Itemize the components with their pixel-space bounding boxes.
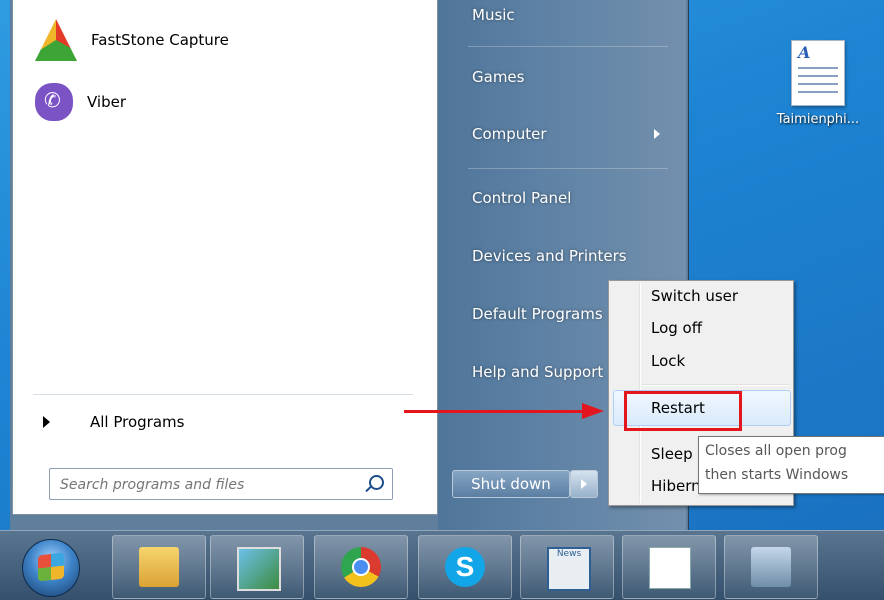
menu-control-panel[interactable]: Control Panel [472,189,571,207]
skype-icon: S [445,547,485,587]
faststone-capture-icon [35,19,77,61]
shut-down-options-button[interactable] [570,470,598,498]
start-menu: FastStone Capture Viber All Programs Mus… [10,0,689,530]
taskbar-document[interactable] [622,535,716,599]
windows-logo-icon [38,552,64,582]
program-label: FastStone Capture [91,31,229,49]
taskbar-photos[interactable] [210,535,304,599]
search-icon[interactable] [369,475,384,490]
menu-devices-and-printers[interactable]: Devices and Printers [472,247,627,265]
desktop-file-icon[interactable]: Taimienphi... [758,40,878,127]
news-icon: News [547,547,591,591]
taskbar-network[interactable] [724,535,818,599]
taskbar-chrome[interactable] [314,535,408,599]
menu-default-programs[interactable]: Default Programs [472,305,603,323]
menu-games[interactable]: Games [472,68,524,86]
annotation-arrow [404,410,584,413]
start-button[interactable] [22,539,80,597]
menu-switch-user[interactable]: Switch user [651,287,738,305]
document-icon [649,547,691,589]
start-menu-programs-pane: FastStone Capture Viber All Programs [12,0,438,515]
restart-annotation-box [624,391,742,431]
chrome-icon [341,547,381,587]
taskbar: S News [0,530,884,600]
restart-tooltip: Closes all open prog then starts Windows [698,436,884,494]
document-icon [791,40,845,106]
windows-explorer-icon [139,547,179,587]
menu-log-off[interactable]: Log off [651,319,702,337]
menu-help-and-support[interactable]: Help and Support [472,363,603,381]
menu-music[interactable]: Music [472,6,515,24]
search-box[interactable] [49,468,393,500]
menu-computer[interactable]: Computer [472,125,547,143]
annotation-arrow-head [582,403,604,419]
photo-viewer-icon [237,547,281,591]
network-icon [751,547,791,587]
shut-down-button[interactable]: Shut down [452,470,570,498]
taskbar-explorer[interactable] [112,535,206,599]
separator [642,384,789,386]
submenu-arrow-icon [654,129,660,139]
viber-icon [35,83,73,121]
program-viber[interactable]: Viber [35,74,126,130]
taskbar-news[interactable]: News [520,535,614,599]
all-programs-button[interactable]: All Programs [35,404,415,440]
menu-sleep[interactable]: Sleep [651,445,693,463]
menu-lock[interactable]: Lock [651,352,685,370]
separator [468,168,668,169]
search-input[interactable] [58,471,352,499]
program-faststone-capture[interactable]: FastStone Capture [35,12,229,68]
news-icon-text: News [556,549,582,559]
taskbar-skype[interactable]: S [418,535,512,599]
separator [33,394,413,395]
desktop-icon-label: Taimienphi... [776,112,860,127]
expand-arrow-icon [43,416,50,428]
tooltip-line: Closes all open prog [705,443,847,459]
all-programs-label: All Programs [90,413,185,431]
program-label: Viber [87,93,127,111]
tooltip-line: then starts Windows [705,467,849,483]
separator [468,46,668,47]
